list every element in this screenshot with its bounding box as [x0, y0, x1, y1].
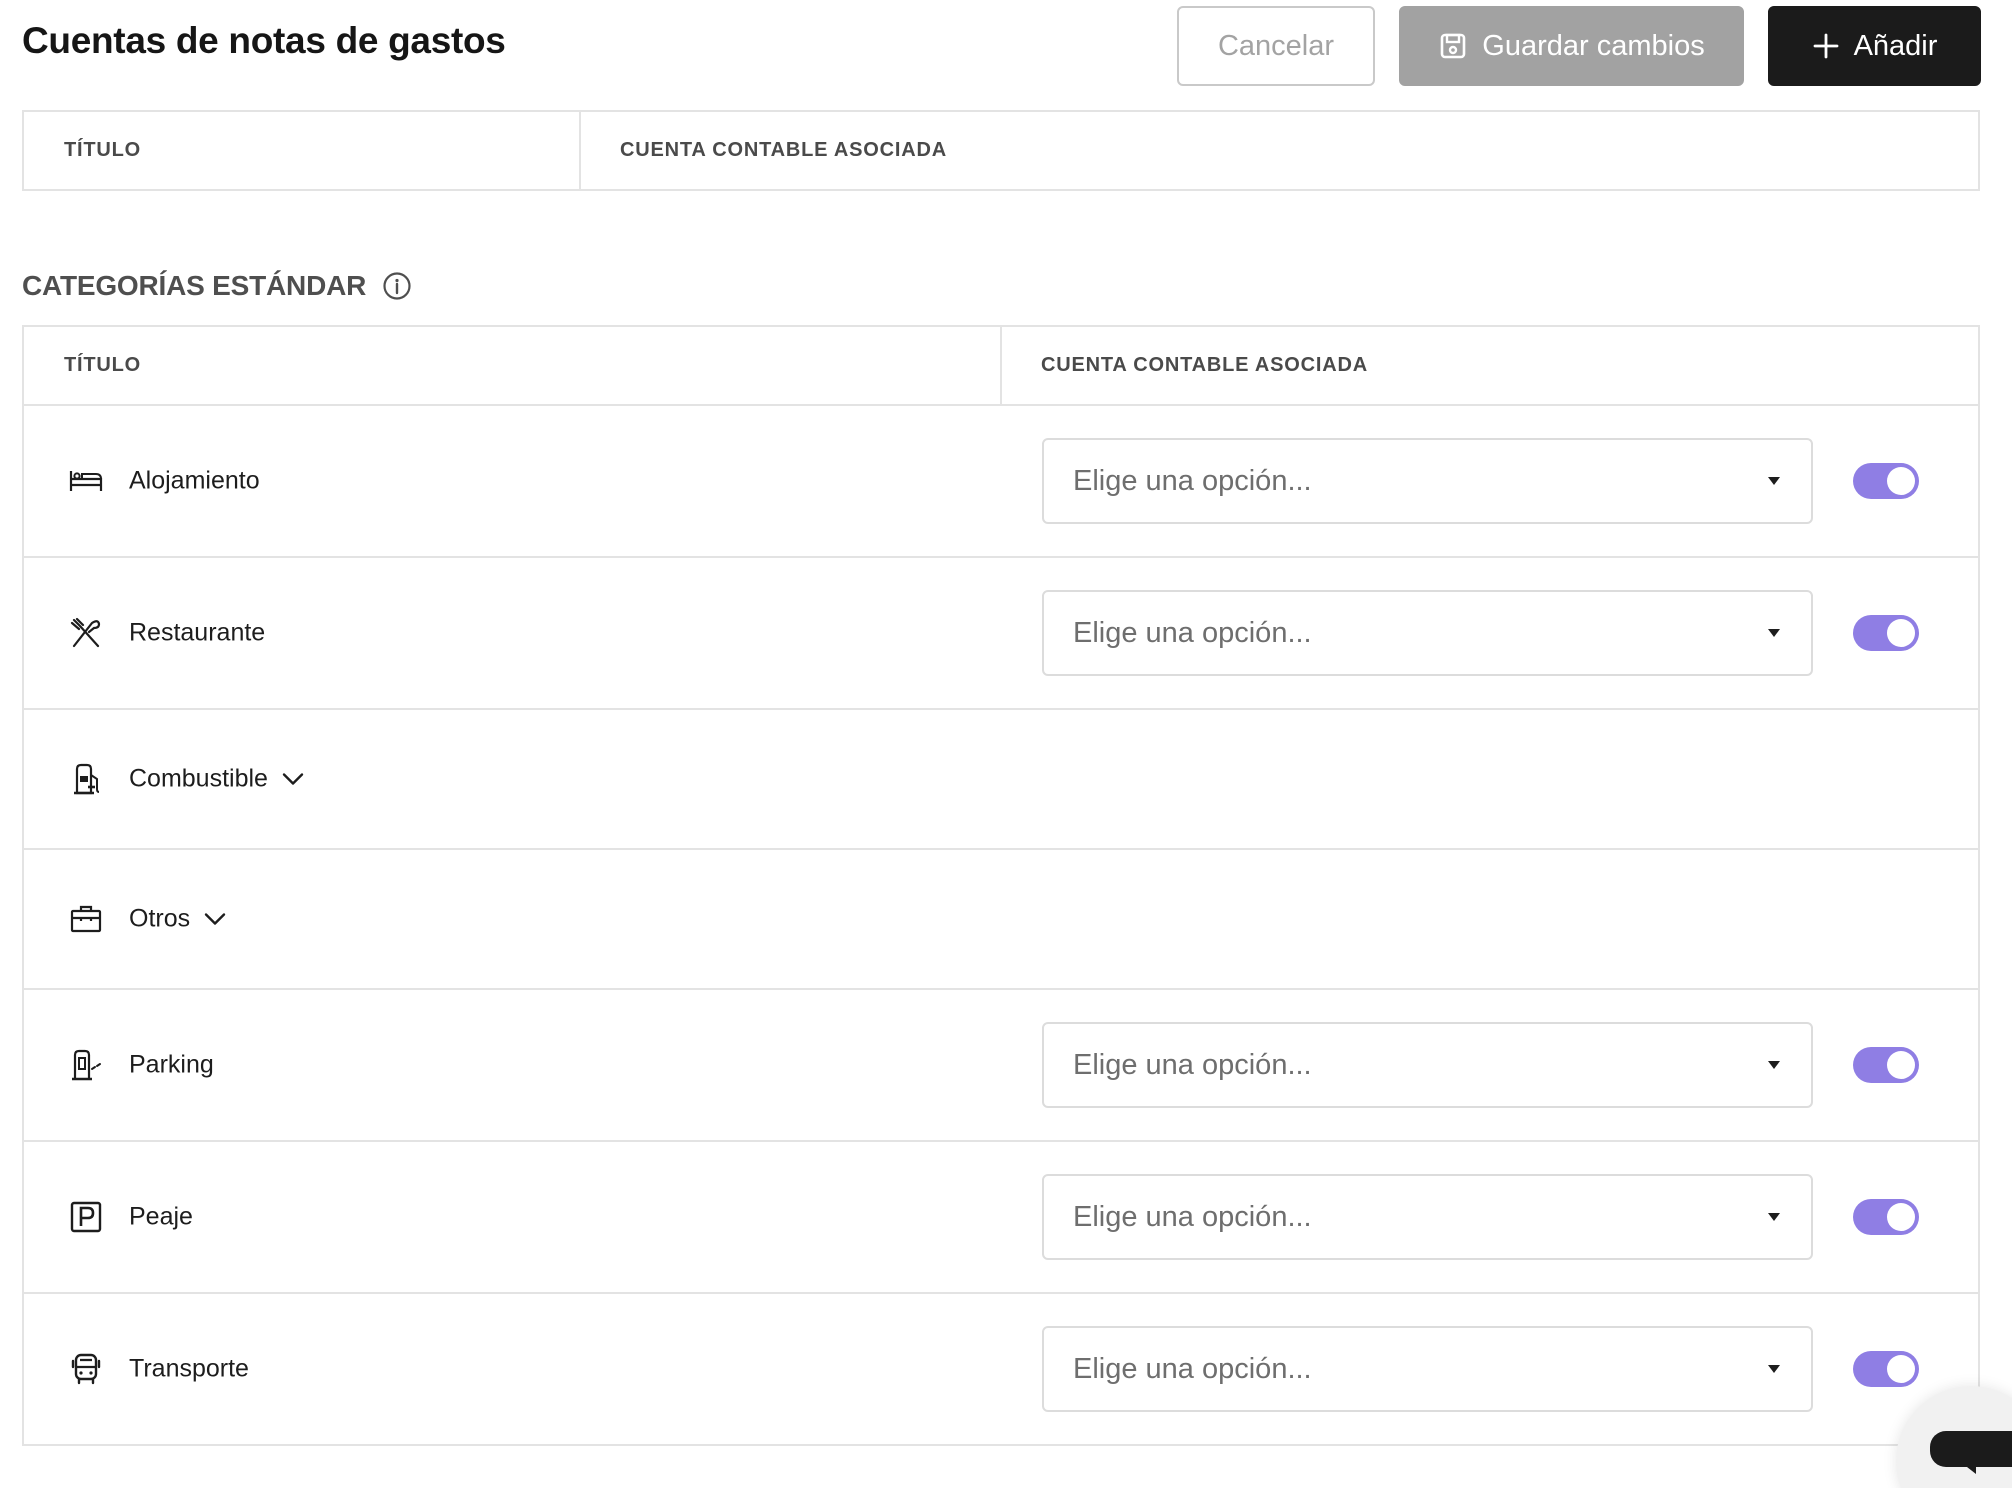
category-row-restaurante: Restaurante Elige una opción... [24, 556, 1978, 708]
save-changes-button[interactable]: Guardar cambios [1399, 6, 1744, 86]
account-select-placeholder: Elige una opción... [1073, 1200, 1312, 1233]
parking-meter-icon [72, 1049, 101, 1081]
column-header-account: CUENTA CONTABLE ASOCIADA [620, 139, 947, 161]
category-label-text: Combustible [129, 764, 268, 793]
category-label: Alojamiento [129, 467, 260, 496]
category-label-text: Transporte [129, 1354, 249, 1383]
category-label-text: Restaurante [129, 618, 266, 647]
account-select[interactable]: Elige una opción... [1042, 1022, 1813, 1108]
toggle-knob [1887, 1355, 1915, 1383]
account-select-placeholder: Elige una opción... [1073, 1048, 1312, 1081]
category-row-transporte: Transporte Elige una opción... [24, 1292, 1978, 1444]
account-select[interactable]: Elige una opción... [1042, 1174, 1813, 1260]
bed-icon [69, 471, 103, 491]
category-label: Peaje [129, 1203, 193, 1232]
category-toggle[interactable] [1853, 463, 1919, 499]
toggle-knob [1887, 467, 1915, 495]
category-label-text: Otros [129, 904, 191, 933]
fuel-pump-icon [74, 763, 100, 795]
column-header-title: TÍTULO [64, 139, 142, 161]
table-header: TÍTULO CUENTA CONTABLE ASOCIADA [24, 327, 1978, 404]
expense-accounts-page: Cuentas de notas de gastos Cancelar Guar… [0, 0, 2012, 1488]
category-toggle[interactable] [1853, 1351, 1919, 1387]
page-title: Cuentas de notas de gastos [22, 20, 506, 61]
toggle-knob [1887, 1051, 1915, 1079]
column-header-account: CUENTA CONTABLE ASOCIADA [1041, 354, 1368, 376]
category-row-alojamiento: Alojamiento Elige una opción... [24, 404, 1978, 556]
category-label: Combustible [129, 765, 304, 794]
custom-categories-table: TÍTULO CUENTA CONTABLE ASOCIADA [22, 110, 1980, 191]
account-select-placeholder: Elige una opción... [1073, 616, 1312, 649]
category-row-combustible[interactable]: Combustible [24, 708, 1978, 848]
chevron-down-icon[interactable] [282, 772, 304, 786]
standard-categories-table: TÍTULO CUENTA CONTABLE ASOCIADA Alojamie… [22, 325, 1980, 1446]
section-heading-label: CATEGORÍAS ESTÁNDAR [22, 270, 367, 301]
category-row-parking: Parking Elige una opción... [24, 988, 1978, 1140]
account-select-placeholder: Elige una opción... [1073, 1352, 1312, 1385]
category-label: Restaurante [129, 619, 265, 648]
cutlery-icon [70, 617, 101, 648]
category-toggle[interactable] [1853, 615, 1919, 651]
category-toggle[interactable] [1853, 1199, 1919, 1235]
cancel-button-label: Cancelar [1217, 29, 1335, 62]
column-header-title: TÍTULO [64, 354, 142, 376]
chat-bubble-tail [1958, 1460, 1976, 1474]
parking-sign-icon [70, 1201, 102, 1233]
category-label: Parking [129, 1051, 214, 1080]
account-select[interactable]: Elige una opción... [1042, 1326, 1813, 1412]
caret-down-icon [1768, 1213, 1780, 1221]
category-label-text: Peaje [129, 1202, 193, 1231]
account-select[interactable]: Elige una opción... [1042, 438, 1813, 524]
plus-icon [1813, 33, 1838, 59]
category-toggle[interactable] [1853, 1047, 1919, 1083]
add-button-label: Añadir [1853, 29, 1938, 62]
caret-down-icon [1768, 629, 1780, 637]
category-label-text: Parking [129, 1050, 214, 1079]
caret-down-icon [1768, 1061, 1780, 1069]
standard-categories-heading: CATEGORÍAS ESTÁNDAR [22, 270, 412, 302]
caret-down-icon [1768, 1365, 1780, 1373]
cancel-button[interactable]: Cancelar [1177, 6, 1375, 86]
chevron-down-icon[interactable] [204, 912, 226, 926]
column-divider [579, 112, 581, 189]
column-divider [1000, 327, 1002, 404]
briefcase-icon [70, 905, 102, 933]
toggle-knob [1887, 1203, 1915, 1231]
save-icon [1440, 33, 1466, 59]
caret-down-icon [1768, 477, 1780, 485]
toggle-knob [1887, 619, 1915, 647]
category-label-text: Alojamiento [129, 466, 260, 495]
save-changes-button-label: Guardar cambios [1482, 29, 1705, 62]
category-label: Otros [129, 905, 226, 934]
account-select[interactable]: Elige una opción... [1042, 590, 1813, 676]
category-row-otros[interactable]: Otros [24, 848, 1978, 988]
bus-icon [71, 1353, 101, 1385]
table-header: TÍTULO CUENTA CONTABLE ASOCIADA [24, 112, 1978, 189]
category-label: Transporte [129, 1355, 249, 1384]
info-icon[interactable] [382, 271, 412, 301]
add-button[interactable]: Añadir [1768, 6, 1981, 86]
category-row-peaje: Peaje Elige una opción... [24, 1140, 1978, 1292]
account-select-placeholder: Elige una opción... [1073, 464, 1312, 497]
